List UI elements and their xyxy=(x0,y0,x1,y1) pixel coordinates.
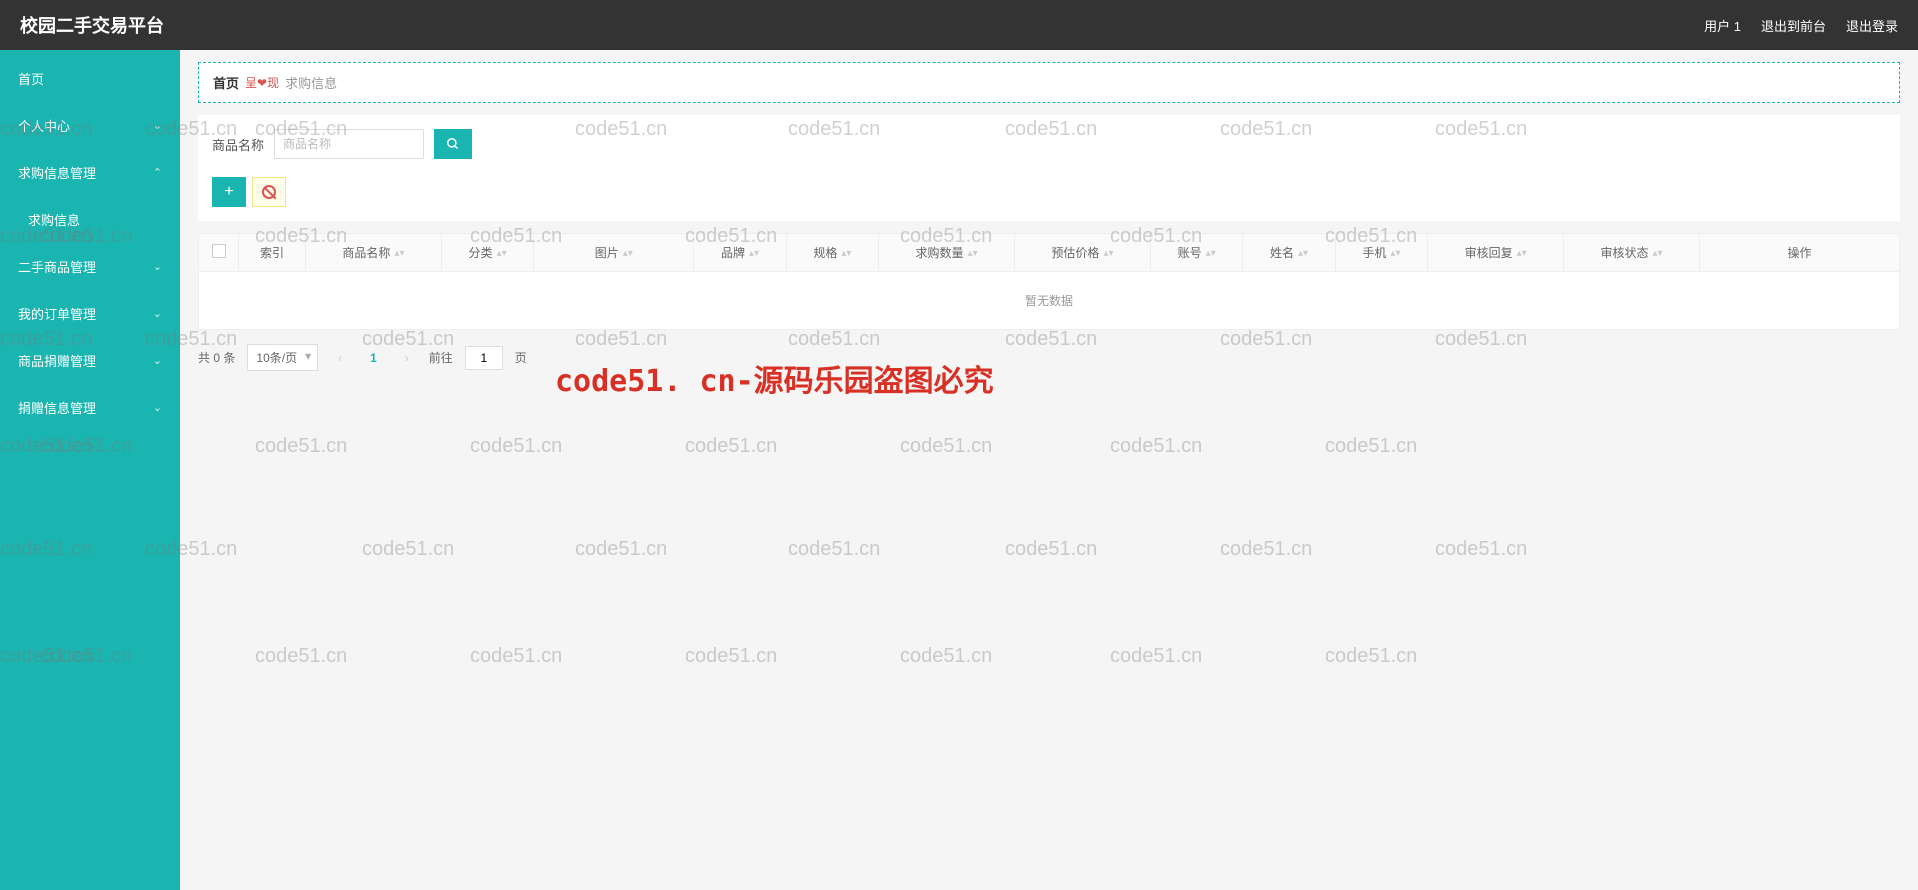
next-page-button[interactable]: › xyxy=(397,351,417,365)
sort-icon: ▴▾ xyxy=(841,251,851,257)
sidebar-item-label: 求购信息管理 xyxy=(18,163,96,182)
sidebar-item-secondhand[interactable]: 二手商品管理 ⌄ xyxy=(0,243,180,290)
search-label: 商品名称 xyxy=(212,135,264,154)
logout-link[interactable]: 退出登录 xyxy=(1846,16,1898,35)
sidebar-item-label: 捐赠信息管理 xyxy=(18,398,96,417)
delete-button[interactable] xyxy=(252,177,286,207)
sidebar-item-label: 我的订单管理 xyxy=(18,304,96,323)
table-header-brand[interactable]: 品牌▴▾ xyxy=(694,234,786,272)
table-header-account[interactable]: 账号▴▾ xyxy=(1150,234,1242,272)
table-header-price[interactable]: 预估价格▴▾ xyxy=(1015,234,1151,272)
sidebar-item-personal[interactable]: 个人中心 ⌄ xyxy=(0,102,180,149)
sort-icon: ▴▾ xyxy=(623,251,633,257)
chevron-down-icon: ⌄ xyxy=(153,119,162,132)
sort-icon: ▴▾ xyxy=(968,251,978,257)
sort-icon: ▴▾ xyxy=(497,251,507,257)
table-header-image[interactable]: 图片▴▾ xyxy=(534,234,694,272)
header-bar: 校园二手交易平台 用户 1 退出到前台 退出登录 xyxy=(0,0,1918,50)
table-header-qty[interactable]: 求购数量▴▾ xyxy=(879,234,1015,272)
chevron-down-icon: ⌄ xyxy=(153,401,162,414)
sidebar-item-donate-info[interactable]: 捐赠信息管理 ⌄ xyxy=(0,384,180,431)
chevron-down-icon: ⌄ xyxy=(153,307,162,320)
sidebar: 首页 个人中心 ⌄ 求购信息管理 ⌃ 求购信息 二手商品管理 ⌄ 我的订单管理 … xyxy=(0,50,180,890)
goto-page-input[interactable] xyxy=(465,346,503,370)
sort-icon: ▴▾ xyxy=(1103,251,1113,257)
table-header-actions: 操作 xyxy=(1700,234,1900,272)
table-header-index[interactable]: 索引 xyxy=(239,234,306,272)
sort-icon: ▴▾ xyxy=(1390,251,1400,257)
sort-icon: ▴▾ xyxy=(1517,251,1527,257)
chevron-down-icon: ⌄ xyxy=(153,260,162,273)
breadcrumb-current: 求购信息 xyxy=(285,73,337,92)
sidebar-item-home[interactable]: 首页 xyxy=(0,55,180,102)
header-actions: 用户 1 退出到前台 退出登录 xyxy=(1704,16,1898,35)
table-header-realname[interactable]: 姓名▴▾ xyxy=(1243,234,1335,272)
prev-page-button[interactable]: ‹ xyxy=(330,351,350,365)
sort-icon: ▴▾ xyxy=(394,251,404,257)
app-title: 校园二手交易平台 xyxy=(20,12,164,38)
goto-suffix: 页 xyxy=(515,349,527,366)
empty-text: 暂无数据 xyxy=(199,272,1900,330)
search-button[interactable] xyxy=(434,129,472,159)
sidebar-item-label: 首页 xyxy=(18,69,44,88)
table-header-review-status[interactable]: 审核状态▴▾ xyxy=(1564,234,1700,272)
data-table: 索引 商品名称▴▾ 分类▴▾ 图片▴▾ 品牌▴▾ 规格▴▾ 求购数量▴▾ 预估价… xyxy=(198,233,1900,330)
search-input[interactable] xyxy=(274,129,424,159)
sort-icon: ▴▾ xyxy=(1206,251,1216,257)
sidebar-item-label: 求购信息 xyxy=(28,210,80,229)
back-to-front-link[interactable]: 退出到前台 xyxy=(1761,16,1826,35)
sort-icon: ▴▾ xyxy=(1298,251,1308,257)
breadcrumb-separator: 呈❤现 xyxy=(245,74,279,91)
breadcrumb-home[interactable]: 首页 xyxy=(213,73,239,92)
breadcrumb: 首页 呈❤现 求购信息 xyxy=(198,62,1900,103)
chevron-up-icon: ⌃ xyxy=(153,166,162,179)
chevron-down-icon: ⌄ xyxy=(153,354,162,367)
sidebar-item-wanted-manage[interactable]: 求购信息管理 ⌃ xyxy=(0,149,180,196)
sort-icon: ▴▾ xyxy=(1653,251,1663,257)
current-page[interactable]: 1 xyxy=(362,351,385,365)
search-panel: 商品名称 + xyxy=(198,115,1900,221)
table-header-name[interactable]: 商品名称▴▾ xyxy=(306,234,442,272)
sidebar-item-label: 商品捐赠管理 xyxy=(18,351,96,370)
content-area: 首页 呈❤现 求购信息 商品名称 + xyxy=(180,50,1918,890)
table-header-spec[interactable]: 规格▴▾ xyxy=(786,234,878,272)
table-header-review-reply[interactable]: 审核回复▴▾ xyxy=(1428,234,1564,272)
table-empty-row: 暂无数据 xyxy=(199,272,1900,330)
sort-icon: ▴▾ xyxy=(749,251,759,257)
forbidden-icon xyxy=(262,185,276,199)
sidebar-item-label: 个人中心 xyxy=(18,116,70,135)
total-label: 共 0 条 xyxy=(198,349,235,366)
sidebar-item-wanted-info[interactable]: 求购信息 xyxy=(0,196,180,243)
goto-label: 前往 xyxy=(429,349,453,366)
table-header-phone[interactable]: 手机▴▾ xyxy=(1335,234,1427,272)
sidebar-item-orders[interactable]: 我的订单管理 ⌄ xyxy=(0,290,180,337)
table-header-checkbox[interactable] xyxy=(199,234,239,272)
checkbox-icon[interactable] xyxy=(212,244,226,258)
search-icon xyxy=(446,137,460,151)
sidebar-item-donate[interactable]: 商品捐赠管理 ⌄ xyxy=(0,337,180,384)
user-label[interactable]: 用户 1 xyxy=(1704,16,1741,35)
add-button[interactable]: + xyxy=(212,177,246,207)
page-size-select[interactable]: 10条/页 xyxy=(247,344,318,371)
table-header-category[interactable]: 分类▴▾ xyxy=(441,234,533,272)
sidebar-item-label: 二手商品管理 xyxy=(18,257,96,276)
pagination: 共 0 条 10条/页 ‹ 1 › 前往 页 xyxy=(198,330,1900,385)
